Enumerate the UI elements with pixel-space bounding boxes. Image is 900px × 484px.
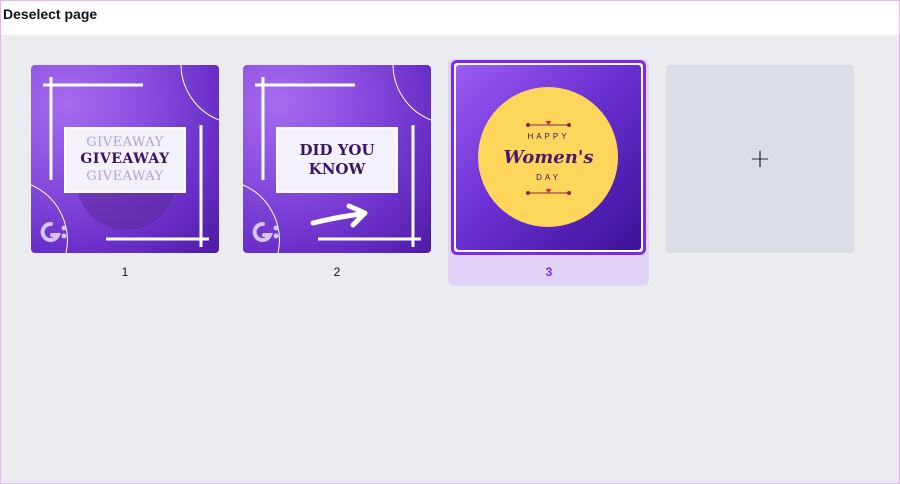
- top-bar: Deselect page: [1, 1, 899, 35]
- giveaway-text-box: GIVEAWAY GIVEAWAY GIVEAWAY: [64, 127, 186, 193]
- gt-logo-icon: [252, 222, 279, 242]
- did-you-know-line-2: KNOW: [308, 160, 366, 178]
- deselect-page-button[interactable]: Deselect page: [3, 6, 97, 22]
- giveaway-line-1: GIVEAWAY: [86, 135, 164, 150]
- arrow-right-icon: [310, 203, 368, 228]
- page-thumbnail-3[interactable]: HAPPY Women's DAY: [456, 65, 641, 250]
- giveaway-line-2: GIVEAWAY: [80, 151, 170, 167]
- day-text: DAY: [536, 173, 561, 182]
- plus-icon: +: [749, 144, 771, 174]
- did-you-know-line-1: DID YOU: [299, 141, 375, 159]
- gt-logo-icon: [40, 222, 67, 242]
- page-number-1: 1: [121, 265, 129, 279]
- happy-text: HAPPY: [527, 132, 570, 141]
- did-you-know-text-box: DID YOU KNOW: [276, 127, 398, 193]
- page-number-2: 2: [333, 265, 341, 279]
- add-page-button[interactable]: +: [666, 65, 854, 253]
- giveaway-line-3: GIVEAWAY: [86, 169, 164, 184]
- page-thumbnail-1[interactable]: GIVEAWAY GIVEAWAY GIVEAWAY: [31, 65, 219, 253]
- womens-text: Women's: [503, 147, 594, 168]
- page-number-3: 3: [545, 265, 553, 279]
- page-thumbnail-2[interactable]: DID YOU KNOW: [243, 65, 431, 253]
